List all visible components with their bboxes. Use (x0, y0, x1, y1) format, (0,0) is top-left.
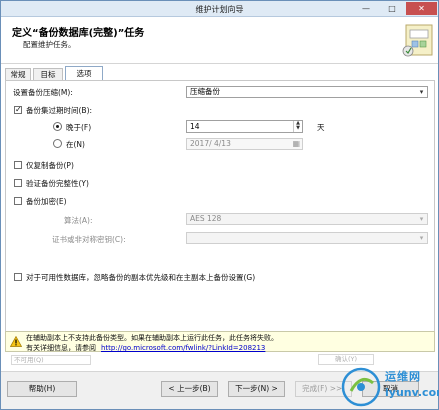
ignore-replica-priority-checkbox[interactable] (14, 273, 22, 281)
title-bar: 维护计划向导 — □ ✕ (1, 1, 438, 17)
info-bar: 在辅助副本上不支持此备份类型。如果在辅助副本上运行此任务，此任务将失败。 有关详… (5, 331, 435, 352)
after-days-radio[interactable] (53, 122, 62, 131)
algorithm-label: 算法(A): (64, 216, 93, 225)
certificate-dropdown[interactable]: ▾ (186, 232, 428, 244)
close-button[interactable]: ✕ (406, 2, 437, 15)
verify-label: 验证备份完整性(Y) (26, 179, 89, 188)
wizard-window: 维护计划向导 — □ ✕ 定义“备份数据库(完整)”任务 配置维护任务。 常规 … (0, 0, 439, 410)
expire-label: 备份集过期时间(B): (26, 106, 93, 115)
compression-label: 设置备份压缩(M): (13, 88, 73, 97)
tab-options[interactable]: 选项 (65, 66, 103, 81)
compression-value: 压缩备份 (190, 87, 220, 96)
copy-only-checkbox[interactable] (14, 161, 22, 169)
warning-icon (10, 336, 22, 347)
copy-only-label: 仅复制备份(P) (26, 161, 74, 170)
expire-date-picker[interactable]: 2017/ 4/13 ▦ (186, 138, 303, 150)
days-unit: 天 (317, 123, 325, 132)
chevron-down-icon: ▾ (419, 215, 424, 223)
help-button[interactable]: 帮助(H) (7, 381, 77, 397)
info-details: 有关详细信息，请参阅 http://go.microsoft.com/fwlink… (26, 343, 265, 353)
calendar-icon: ▦ (292, 139, 300, 148)
verify-checkbox[interactable] (14, 179, 22, 187)
encrypt-label: 备份加密(E) (26, 197, 67, 206)
chevron-down-icon: ▾ (419, 234, 424, 242)
info-details-text: 有关详细信息，请参阅 (26, 344, 96, 352)
info-link[interactable]: http://go.microsoft.com/fwlink/?LinkId=2… (101, 344, 265, 352)
minimize-button[interactable]: — (354, 2, 378, 15)
stepper-down-icon[interactable]: ▼ (294, 126, 302, 131)
obscured-field: 不可用(Q) (11, 355, 91, 365)
tab-general[interactable]: 常规 (5, 68, 31, 80)
watermark-text: 运维网 (385, 370, 421, 383)
page-subtitle: 配置维护任务。 (23, 40, 76, 49)
certificate-label: 证书或非对称密钥(C): (52, 235, 126, 244)
chevron-down-icon: ▾ (419, 88, 424, 96)
days-value: 14 (190, 122, 200, 131)
on-date-radio[interactable] (53, 139, 62, 148)
algorithm-dropdown[interactable]: AES 128 ▾ (186, 213, 428, 225)
next-button[interactable]: 下一步(N) > (228, 381, 285, 397)
back-button[interactable]: < 上一步(B) (161, 381, 218, 397)
watermark-url: iyunv.com (385, 386, 439, 399)
on-date-label: 在(N) (66, 140, 85, 149)
compression-dropdown[interactable]: 压缩备份 ▾ (186, 86, 428, 98)
days-stepper[interactable]: 14 ▲ ▼ (186, 120, 303, 133)
tab-destination[interactable]: 目标 (33, 68, 63, 80)
maximize-button[interactable]: □ (380, 2, 404, 15)
algorithm-value: AES 128 (190, 214, 222, 223)
page-title: 定义“备份数据库(完整)”任务 (12, 28, 145, 39)
expire-date-value: 2017/ 4/13 (190, 139, 231, 148)
expire-checkbox[interactable] (14, 105, 22, 114)
wizard-header: 定义“备份数据库(完整)”任务 配置维护任务。 (1, 18, 438, 64)
ignore-replica-priority-label: 对于可用性数据库，忽略备份的副本优先级和在主副本上备份设置(G) (26, 273, 256, 282)
wizard-illustration-icon (402, 24, 433, 57)
encrypt-checkbox[interactable] (14, 197, 22, 205)
options-panel: 设置备份压缩(M): 压缩备份 ▾ 备份集过期时间(B): 晚于(F) 14 ▲… (5, 80, 435, 349)
stepper-buttons[interactable]: ▲ ▼ (293, 121, 302, 132)
after-days-label: 晚于(F) (66, 123, 92, 132)
info-message: 在辅助副本上不支持此备份类型。如果在辅助副本上运行此任务，此任务将失败。 (26, 334, 278, 342)
